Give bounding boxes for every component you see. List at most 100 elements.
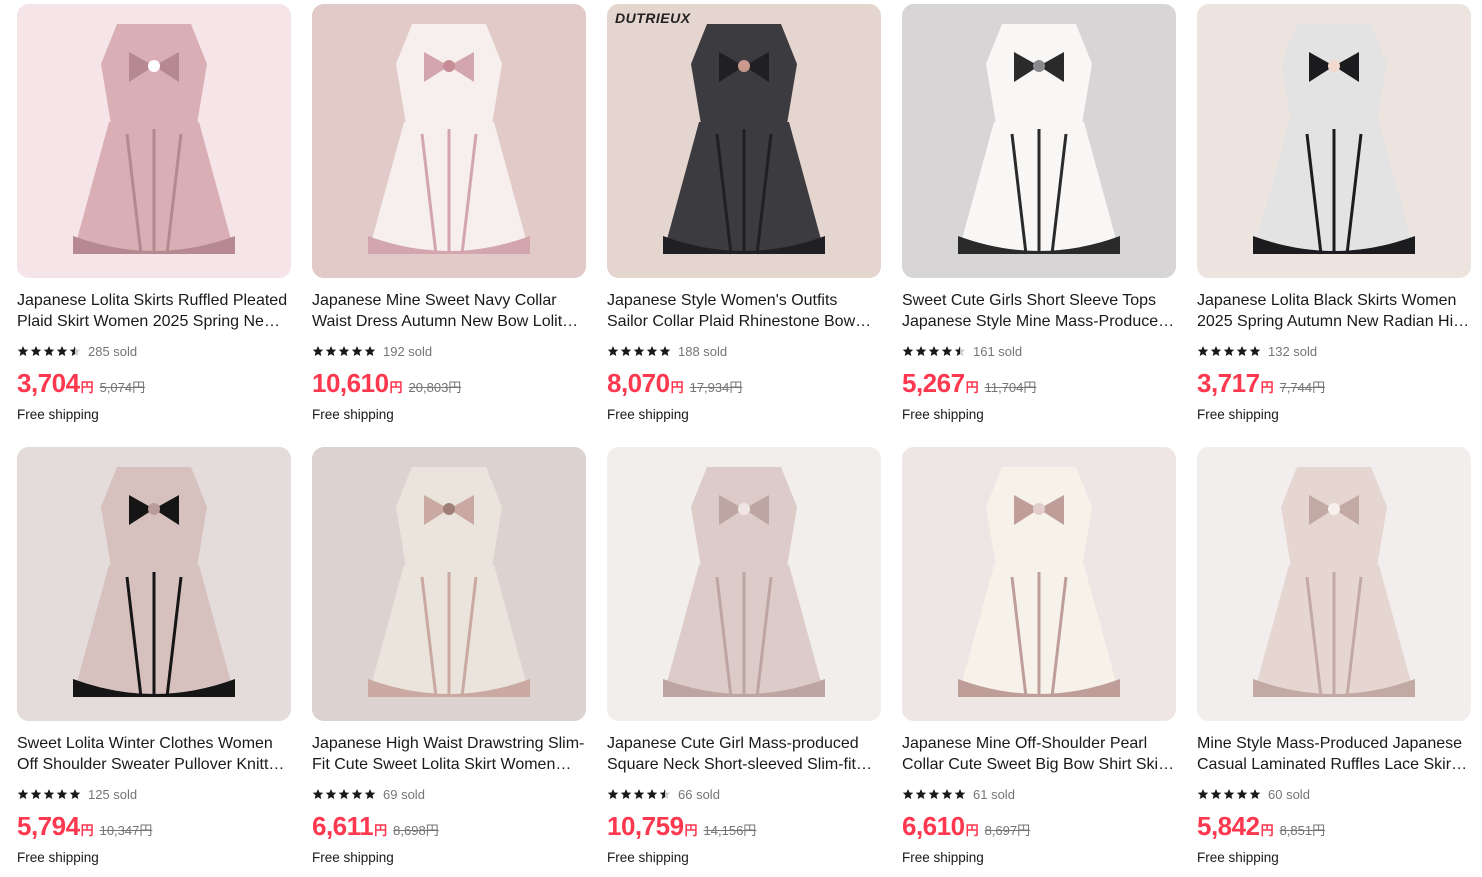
star-icon [633, 789, 645, 799]
product-card[interactable]: Sweet Cute Girls Short Sleeve Tops Japan… [902, 4, 1176, 447]
product-card[interactable]: Japanese Cute Girl Mass-produced Square … [607, 447, 881, 877]
product-title[interactable]: Japanese Lolita Black Skirts Women 2025 … [1197, 290, 1471, 332]
star-rating [902, 788, 967, 800]
sale-price: 5,842 [1197, 811, 1260, 841]
product-card[interactable]: Japanese High Waist Drawstring Slim-Fit … [312, 447, 586, 877]
star-icon [915, 789, 927, 799]
product-card[interactable]: Japanese Mine Sweet Navy Collar Waist Dr… [312, 4, 586, 447]
sold-count: 132 sold [1268, 343, 1318, 359]
star-icon [56, 789, 68, 799]
star-icon [43, 789, 55, 799]
product-image[interactable] [902, 4, 1176, 278]
star-icon [915, 346, 927, 356]
rating-row: 161 sold [902, 342, 1176, 360]
product-image[interactable] [312, 4, 586, 278]
sale-price: 10,610 [312, 368, 389, 398]
sailor-outfit-image [607, 4, 881, 278]
star-icon [646, 789, 658, 799]
star-icon [351, 346, 363, 356]
product-title[interactable]: Japanese Mine Off-Shoulder Pearl Collar … [902, 733, 1176, 775]
sold-count: 125 sold [88, 786, 138, 802]
price-row: 6,610 円 8,697円 [902, 811, 1176, 843]
product-title[interactable]: Sweet Cute Girls Short Sleeve Tops Japan… [902, 290, 1176, 332]
product-title[interactable]: Mine Style Mass-Produced Japanese Casual… [1197, 733, 1471, 775]
shipping-label: Free shipping [312, 850, 394, 865]
star-icon [69, 346, 81, 356]
sold-count: 61 sold [973, 786, 1015, 802]
shirt-skirt-set-image [902, 447, 1176, 721]
product-title[interactable]: Japanese High Waist Drawstring Slim-Fit … [312, 733, 586, 775]
price-row: 8,070 円 17,934円 [607, 368, 881, 400]
product-card[interactable]: DUTRIEUX Japanese Style Women's Outfits … [607, 4, 881, 447]
star-icon [17, 346, 29, 356]
product-title[interactable]: Japanese Cute Girl Mass-produced Square … [607, 733, 881, 775]
product-title[interactable]: Japanese Mine Sweet Navy Collar Waist Dr… [312, 290, 586, 332]
price-row: 10,610 円 20,803円 [312, 368, 586, 400]
star-icon [43, 346, 55, 356]
product-card[interactable]: Sweet Lolita Winter Clothes Women Off Sh… [17, 447, 291, 877]
rating-row: 69 sold [312, 785, 586, 803]
star-icon [364, 789, 376, 799]
star-icon [607, 789, 619, 799]
product-image[interactable] [902, 447, 1176, 721]
product-image[interactable] [1197, 4, 1471, 278]
star-rating [1197, 788, 1262, 800]
sweater-image [17, 447, 291, 721]
product-image[interactable] [607, 447, 881, 721]
product-title[interactable]: Sweet Lolita Winter Clothes Women Off Sh… [17, 733, 291, 775]
product-title[interactable]: Japanese Style Women's Outfits Sailor Co… [607, 290, 881, 332]
original-price: 8,697円 [984, 823, 1031, 838]
star-icon [941, 346, 953, 356]
star-icon [1249, 346, 1261, 356]
star-icon [646, 346, 658, 356]
product-image[interactable] [17, 447, 291, 721]
sale-price: 5,267 [902, 368, 965, 398]
shipping-label: Free shipping [312, 407, 394, 422]
star-icon [312, 346, 324, 356]
rating-row: 132 sold [1197, 342, 1471, 360]
product-image[interactable] [312, 447, 586, 721]
star-icon [633, 346, 645, 356]
shipping-label: Free shipping [17, 850, 99, 865]
sale-price: 6,610 [902, 811, 965, 841]
currency-symbol: 円 [965, 380, 979, 395]
product-image[interactable]: DUTRIEUX [607, 4, 881, 278]
original-price: 14,156円 [703, 823, 757, 838]
star-rating [312, 345, 377, 357]
sold-count: 161 sold [973, 343, 1023, 359]
laminated-skirt-image [1197, 447, 1471, 721]
star-icon [312, 789, 324, 799]
star-icon [659, 789, 671, 799]
star-icon [1223, 346, 1235, 356]
star-icon [69, 789, 81, 799]
star-icon [902, 789, 914, 799]
original-price: 17,934円 [689, 380, 743, 395]
original-price: 5,074円 [99, 380, 146, 395]
star-icon [30, 346, 42, 356]
product-card[interactable]: Japanese Mine Off-Shoulder Pearl Collar … [902, 447, 1176, 877]
sold-count: 69 sold [383, 786, 425, 802]
sale-price: 6,611 [312, 811, 374, 841]
rating-row: 66 sold [607, 785, 881, 803]
star-icon [954, 789, 966, 799]
shipping-label: Free shipping [1197, 850, 1279, 865]
product-image[interactable] [1197, 447, 1471, 721]
product-card[interactable]: Japanese Lolita Black Skirts Women 2025 … [1197, 4, 1471, 447]
product-image[interactable] [17, 4, 291, 278]
rating-row: 125 sold [17, 785, 291, 803]
currency-symbol: 円 [670, 380, 684, 395]
product-card[interactable]: Mine Style Mass-Produced Japanese Casual… [1197, 447, 1471, 877]
brand-watermark: DUTRIEUX [615, 10, 691, 26]
rating-row: 188 sold [607, 342, 881, 360]
star-icon [325, 346, 337, 356]
sale-price: 5,794 [17, 811, 80, 841]
star-rating [312, 788, 377, 800]
star-rating [17, 788, 82, 800]
product-title[interactable]: Japanese Lolita Skirts Ruffled Pleated P… [17, 290, 291, 332]
star-icon [1249, 789, 1261, 799]
product-card[interactable]: Japanese Lolita Skirts Ruffled Pleated P… [17, 4, 291, 447]
star-icon [607, 346, 619, 356]
star-icon [325, 789, 337, 799]
star-icon [30, 789, 42, 799]
star-icon [1197, 346, 1209, 356]
